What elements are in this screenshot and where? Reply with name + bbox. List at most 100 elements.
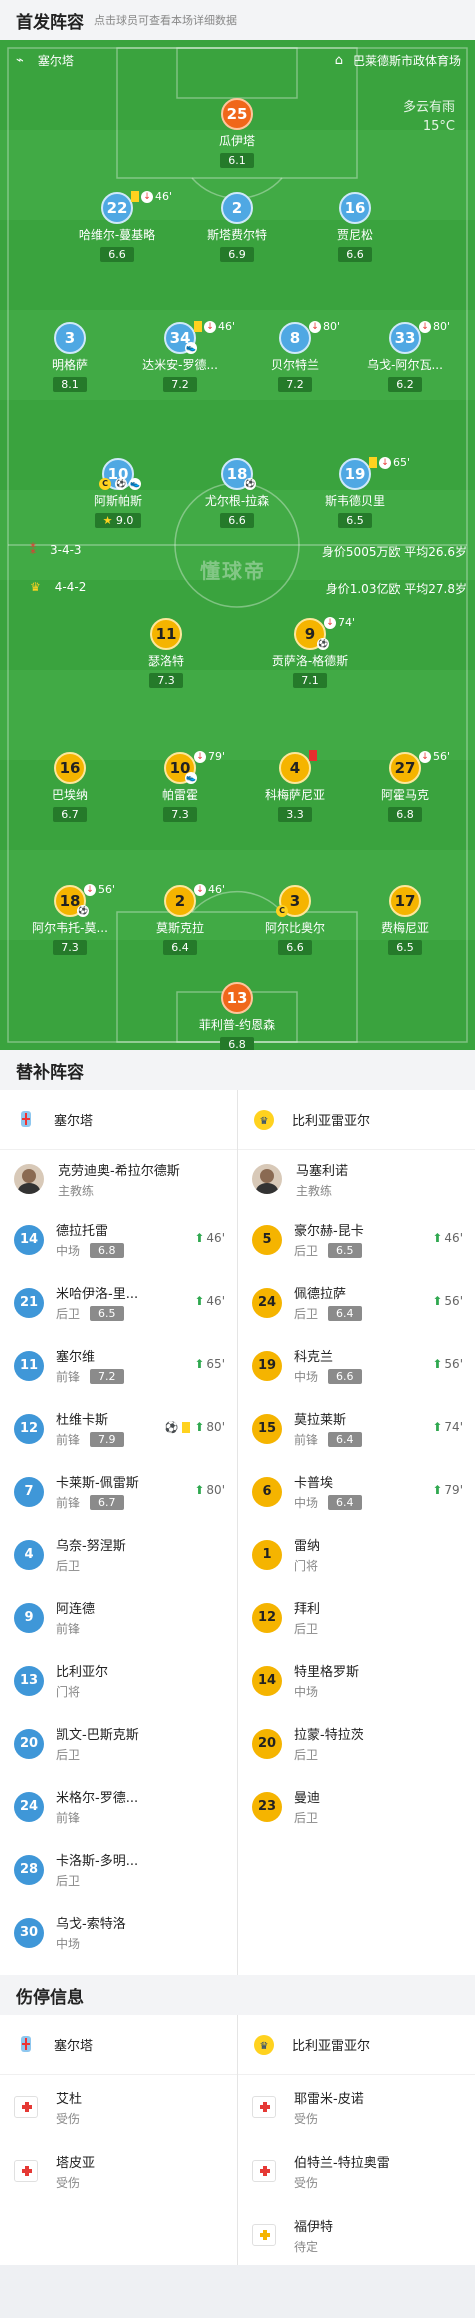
player-rating: 6.1 [220,153,254,168]
sub-player-row[interactable]: 14 特里格罗斯 中场 [238,1649,475,1712]
away-injuries-team[interactable]: ♛ 比利亚雷亚尔 [238,2015,475,2075]
sub-player-row[interactable]: 24 佩德拉萨 后卫 6.4 ⬆ 56' [238,1271,475,1334]
player[interactable]: 2 斯塔费尔特 6.9 [182,192,292,262]
injury-status: 受伤 [294,2111,319,2126]
player[interactable]: 8 ↓ 80' 贝尔特兰 7.2 [240,320,350,392]
sub-player-row[interactable]: 30 乌戈-索特洛 中场 [0,1901,237,1964]
event-minute: 46' [208,883,226,896]
sub-player-position: 中场 [294,1496,319,1510]
player[interactable]: 25 瓜伊塔 6.1 [182,98,292,168]
sub-out-icon: ↓ [84,883,96,896]
shirt-number: 16 [339,192,371,224]
sub-in-info: ⬆ 80' [194,1483,225,1497]
sub-player-row[interactable]: 28 卡洛斯-多明... 后卫 [0,1838,237,1901]
player[interactable]: 17 费梅尼亚 6.5 [350,885,460,955]
sub-player-row[interactable]: 15 莫拉莱斯 前锋 6.4 ⬆ 74' [238,1397,475,1460]
player[interactable]: 33 ↓ 80' 乌戈-阿尔瓦... 6.2 [350,320,460,392]
away-subs-team[interactable]: ♛ 比利亚雷亚尔 [238,1090,475,1150]
player[interactable]: 22 ↓ 46' 哈维尔-蔓基略 6.6 [62,190,173,262]
event-minute: 46' [155,190,173,203]
injury-row[interactable]: 福伊特 待定 [238,2203,475,2267]
sub-player-position: 后卫 [56,1307,81,1321]
player-name: 阿斯帕斯 [93,494,142,508]
sub-player-row[interactable]: 5 豪尔赫-昆卡 后卫 6.5 ⬆ 46' [238,1208,475,1271]
player[interactable]: 16 巴埃纳 6.7 [15,752,125,822]
sub-player-row[interactable]: 24 米格尔-罗德... 前锋 [0,1775,237,1838]
avatar [14,1164,44,1194]
home-team-small-logo-icon: ⁑ [30,543,36,557]
stadium-icon: ⌂ [334,53,343,68]
sub-player-row[interactable]: 13 比利亚尔 门将 [0,1649,237,1712]
player-rating: 6.6 [278,940,312,955]
injury-row[interactable]: 艾杜 受伤 [0,2075,237,2139]
player[interactable]: 18 ↓ 56' ⚽ 阿尔韦托-莫... 7.3 [15,883,125,955]
home-team-label: ⌁ 塞尔塔 [16,53,74,68]
sub-player-position: 前锋 [56,1433,81,1447]
sub-player-row[interactable]: 12 拜利 后卫 [238,1586,475,1649]
sub-player-name: 杜维卡斯 [56,1413,109,1428]
sub-player-name: 卡莱斯-佩雷斯 [56,1476,139,1491]
player[interactable]: 16 贾尼松 6.6 [300,192,410,262]
sub-player-name: 凯文-巴斯克斯 [56,1728,139,1743]
player[interactable]: 2 ↓ 46' 莫斯克拉 6.4 [125,883,235,955]
sub-out-icon: ↓ [419,320,431,333]
sub-player-position: 后卫 [56,1559,81,1573]
injury-row[interactable]: 伯特兰-特拉奥雷 受伤 [238,2139,475,2203]
sub-player-position: 后卫 [56,1748,81,1762]
sub-player-row[interactable]: 6 卡普埃 中场 6.4 ⬆ 79' [238,1460,475,1523]
home-coach[interactable]: 克劳迪奥-希拉尔德斯 主教练 [0,1150,237,1208]
sub-player-row[interactable]: 20 拉蒙-特拉茨 后卫 [238,1712,475,1775]
player-name: 巴埃纳 [51,788,88,802]
player[interactable]: 10 C ⚽ 👟 阿斯帕斯 ★ 9.0 [63,458,173,528]
injury-row[interactable]: 塔皮亚 受伤 [0,2139,237,2203]
sub-player-row[interactable]: 12 杜维卡斯 前锋 7.9 ⚽ ⬆ 80' [0,1397,237,1460]
sub-in-icon: ⬆ [194,1420,205,1434]
goal-icon: ⚽ [244,478,256,490]
away-coach[interactable]: 马塞利诺 主教练 [238,1150,475,1208]
player[interactable]: 11 瑟洛特 7.3 [111,618,221,688]
player-rating: 6.8 [388,807,422,822]
star-icon: ★ [102,514,116,527]
sub-player-row[interactable]: 23 曼迪 后卫 [238,1775,475,1838]
player-rating: 6.8 [220,1037,254,1050]
sub-player-row[interactable]: 7 卡莱斯-佩雷斯 前锋 6.7 ⬆ 80' [0,1460,237,1523]
sub-in-info: ⬆ 46' [194,1294,225,1308]
player-events: ↓ 65' [369,456,410,469]
player-name: 费梅尼亚 [380,921,429,935]
sub-player-name: 科克兰 [294,1350,334,1365]
player[interactable]: 9 ↓ 74' ⚽ 贡萨洛-格德斯 7.1 [255,616,365,688]
player-rating: 7.3 [53,940,87,955]
player[interactable]: 27 ↓ 56' 阿霍马克 6.8 [350,750,460,822]
player[interactable]: 13 菲利普-约恩森 6.8 [182,982,292,1050]
sub-player-name: 拉蒙-特拉茨 [294,1728,364,1743]
sub-player-row[interactable]: 20 凯文-巴斯克斯 后卫 [0,1712,237,1775]
player[interactable]: 34 ↓ 46' 👟 达米安-罗德... 7.2 [125,320,235,392]
sub-player-row[interactable]: 11 塞尔维 前锋 7.2 ⬆ 65' [0,1334,237,1397]
player[interactable]: 4 科梅萨尼亚 3.3 [240,750,350,822]
player-events [309,750,319,761]
sub-player-row[interactable]: 1 雷纳 门将 [238,1523,475,1586]
player[interactable]: 3 明格萨 8.1 [15,322,125,392]
shirt-number: 19 [339,458,371,490]
player-name: 斯韦德贝里 [324,494,385,508]
sub-in-minute: 79' [444,1483,463,1497]
player[interactable]: 19 ↓ 65' 斯韦德贝里 6.5 [300,456,410,528]
sub-player-row[interactable]: 9 阿连德 前锋 [0,1586,237,1649]
player[interactable]: 18 ⚽ 尤尔根-拉森 6.6 [182,458,292,528]
player[interactable]: 3 C 阿尔比奥尔 6.6 [240,885,350,955]
home-injuries-team[interactable]: 塞尔塔 [0,2015,237,2075]
sub-player-row[interactable]: 4 乌奈-努涅斯 后卫 [0,1523,237,1586]
lineup-header: 首发阵容 点击球员可查看本场详细数据 [0,0,475,40]
sub-player-row[interactable]: 21 米哈伊洛-里... 后卫 6.5 ⬆ 46' [0,1271,237,1334]
player-events: ↓ 80' [419,320,450,333]
shirt-number: 12 [14,1413,44,1444]
away-subs-column: ♛ 比利亚雷亚尔 马塞利诺 主教练 5 豪尔赫-昆卡 后卫 6.5 ⬆ 46' 24 佩德拉萨… [238,1090,475,1838]
player[interactable]: 10 ↓ 79' 👟 帕雷霍 7.3 [125,750,235,822]
sub-player-row[interactable]: 14 德拉托雷 中场 6.8 ⬆ 46' [0,1208,237,1271]
sub-in-info: ⬆ 46' [432,1231,463,1245]
assist-icon: 👟 [129,478,141,490]
home-subs-team[interactable]: 塞尔塔 [0,1090,237,1150]
injury-row[interactable]: 耶雷米-皮诺 受伤 [238,2075,475,2139]
sub-player-rating: 6.4 [328,1306,362,1321]
sub-player-row[interactable]: 19 科克兰 中场 6.6 ⬆ 56' [238,1334,475,1397]
